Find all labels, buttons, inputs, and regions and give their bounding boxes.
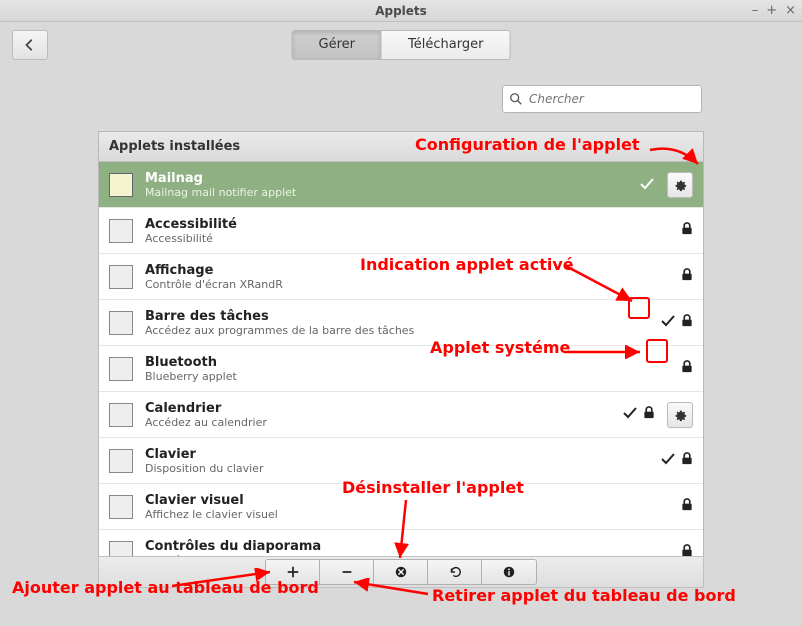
search-icon xyxy=(509,92,523,106)
tab-download[interactable]: Télécharger xyxy=(382,31,509,59)
maximize-button[interactable]: + xyxy=(766,3,777,18)
close-button[interactable]: × xyxy=(785,3,796,18)
row-indicators xyxy=(661,452,693,469)
applet-row[interactable]: CalendrierAccédez au calendrier xyxy=(99,392,703,438)
applet-row[interactable]: Barre des tâchesAccédez aux programmes d… xyxy=(99,300,703,346)
row-indicators xyxy=(623,406,655,423)
applet-row[interactable]: Clavier visuelAffichez le clavier visuel xyxy=(99,484,703,530)
applet-list: MailnagMailnag mail notifier applet Acces… xyxy=(99,162,703,557)
applet-name: Contrôles du diaporama xyxy=(145,539,669,554)
undo-button[interactable] xyxy=(428,560,482,584)
system-lock-icon xyxy=(681,498,693,515)
row-text: Barre des tâchesAccédez aux programmes d… xyxy=(145,309,649,337)
configure-applet-button[interactable] xyxy=(667,172,693,198)
row-indicators xyxy=(681,222,693,239)
configure-applet-button[interactable] xyxy=(667,402,693,428)
row-indicators xyxy=(681,360,693,377)
row-text: CalendrierAccédez au calendrier xyxy=(145,401,611,429)
applet-icon xyxy=(109,265,133,289)
add-to-panel-button[interactable] xyxy=(266,560,320,584)
applet-desc: Disposition du clavier xyxy=(145,462,649,475)
system-lock-icon xyxy=(681,268,693,285)
applet-name: Clavier visuel xyxy=(145,493,669,508)
row-text: AccessibilitéAccessibilité xyxy=(145,217,669,245)
applet-desc: Contrôle d'écran XRandR xyxy=(145,278,669,291)
applet-name: Mailnag xyxy=(145,171,627,186)
tab-manage[interactable]: Gérer xyxy=(293,31,382,59)
applet-icon xyxy=(109,357,133,381)
search-row xyxy=(0,85,802,123)
back-button[interactable] xyxy=(12,30,48,60)
applet-desc: Affichez le clavier visuel xyxy=(145,508,669,521)
bottom-toolbar xyxy=(98,556,704,588)
applet-name: Affichage xyxy=(145,263,669,278)
enabled-check-icon xyxy=(661,315,675,331)
system-lock-icon xyxy=(681,314,693,331)
applet-icon xyxy=(109,449,133,473)
enabled-check-icon xyxy=(661,453,675,469)
applet-row[interactable]: MailnagMailnag mail notifier applet xyxy=(99,162,703,208)
applet-icon xyxy=(109,403,133,427)
applet-desc: Mailnag mail notifier applet xyxy=(145,186,627,199)
row-text: ClavierDisposition du clavier xyxy=(145,447,649,475)
applet-icon xyxy=(109,495,133,519)
row-indicators xyxy=(681,268,693,285)
applet-row[interactable]: ClavierDisposition du clavier xyxy=(99,438,703,484)
tabs: Gérer Télécharger xyxy=(292,30,511,60)
remove-from-panel-button[interactable] xyxy=(320,560,374,584)
row-text: MailnagMailnag mail notifier applet xyxy=(145,171,627,199)
search-input[interactable] xyxy=(529,92,695,106)
system-lock-icon xyxy=(643,406,655,423)
applet-icon xyxy=(109,219,133,243)
row-text: BluetoothBlueberry applet xyxy=(145,355,669,383)
system-lock-icon xyxy=(681,452,693,469)
minimize-button[interactable]: – xyxy=(752,3,759,18)
applet-panel: Applets installées MailnagMailnag mail n… xyxy=(98,131,704,558)
applet-desc: Blueberry applet xyxy=(145,370,669,383)
toolbar: Gérer Télécharger xyxy=(0,22,802,67)
applet-name: Bluetooth xyxy=(145,355,669,370)
applet-icon xyxy=(109,311,133,335)
applet-row[interactable]: BluetoothBlueberry applet xyxy=(99,346,703,392)
row-text: AffichageContrôle d'écran XRandR xyxy=(145,263,669,291)
applet-desc: Accédez aux programmes de la barre des t… xyxy=(145,324,649,337)
system-lock-icon xyxy=(681,360,693,377)
row-indicators xyxy=(681,498,693,515)
applet-row[interactable]: AffichageContrôle d'écran XRandR xyxy=(99,254,703,300)
enabled-check-icon xyxy=(639,175,655,194)
applet-icon xyxy=(109,541,133,558)
row-indicators xyxy=(639,175,655,194)
row-indicators xyxy=(661,314,693,331)
panel-header: Applets installées xyxy=(99,132,703,162)
search-box[interactable] xyxy=(502,85,702,113)
info-button[interactable] xyxy=(482,560,536,584)
applet-name: Clavier xyxy=(145,447,649,462)
applet-desc: Accédez au calendrier xyxy=(145,416,611,429)
uninstall-button[interactable] xyxy=(374,560,428,584)
enabled-check-icon xyxy=(623,407,637,423)
titlebar: Applets – + × xyxy=(0,0,802,22)
applet-row[interactable]: Contrôles du diaporamaContrôlez le diapo… xyxy=(99,530,703,557)
applet-name: Barre des tâches xyxy=(145,309,649,324)
row-text: Clavier visuelAffichez le clavier visuel xyxy=(145,493,669,521)
applet-row[interactable]: AccessibilitéAccessibilité xyxy=(99,208,703,254)
applet-name: Calendrier xyxy=(145,401,611,416)
arrow-left-icon xyxy=(23,38,37,52)
system-lock-icon xyxy=(681,222,693,239)
row-text: Contrôles du diaporamaContrôlez le diapo… xyxy=(145,539,669,558)
annotation-remove: Retirer applet du tableau de bord xyxy=(432,586,736,605)
applet-desc: Accessibilité xyxy=(145,232,669,245)
applet-icon xyxy=(109,173,133,197)
window-title: Applets xyxy=(375,4,427,18)
applet-name: Accessibilité xyxy=(145,217,669,232)
